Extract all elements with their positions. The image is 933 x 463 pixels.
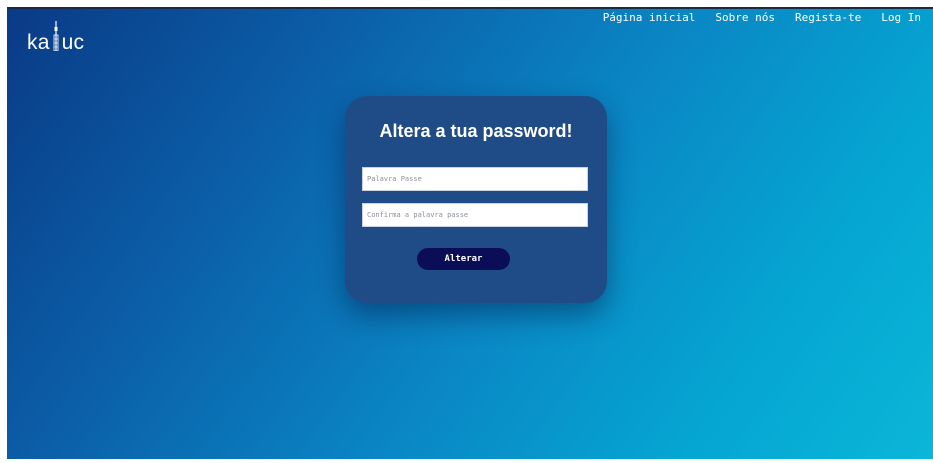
confirm-password-input[interactable] xyxy=(362,203,588,227)
page-background: ka uc Página inicial Sobre nós Regista-t… xyxy=(7,7,933,459)
card-title: Altera a tua password! xyxy=(379,121,573,141)
change-password-button[interactable]: Alterar xyxy=(417,248,510,270)
logo-text-right: uc xyxy=(61,31,85,54)
logo-text-left: ka xyxy=(27,31,50,54)
top-nav: Página inicial Sobre nós Regista-te Log … xyxy=(603,11,921,24)
tower-icon xyxy=(53,21,58,51)
site-logo[interactable]: ka uc xyxy=(27,21,84,55)
nav-link-about[interactable]: Sobre nós xyxy=(715,11,775,24)
nav-link-login[interactable]: Log In xyxy=(881,11,921,24)
nav-link-home[interactable]: Página inicial xyxy=(603,11,696,24)
password-input[interactable] xyxy=(362,167,588,191)
change-password-card: Altera a tua password! Alterar xyxy=(345,96,607,303)
nav-link-register[interactable]: Regista-te xyxy=(795,11,861,24)
